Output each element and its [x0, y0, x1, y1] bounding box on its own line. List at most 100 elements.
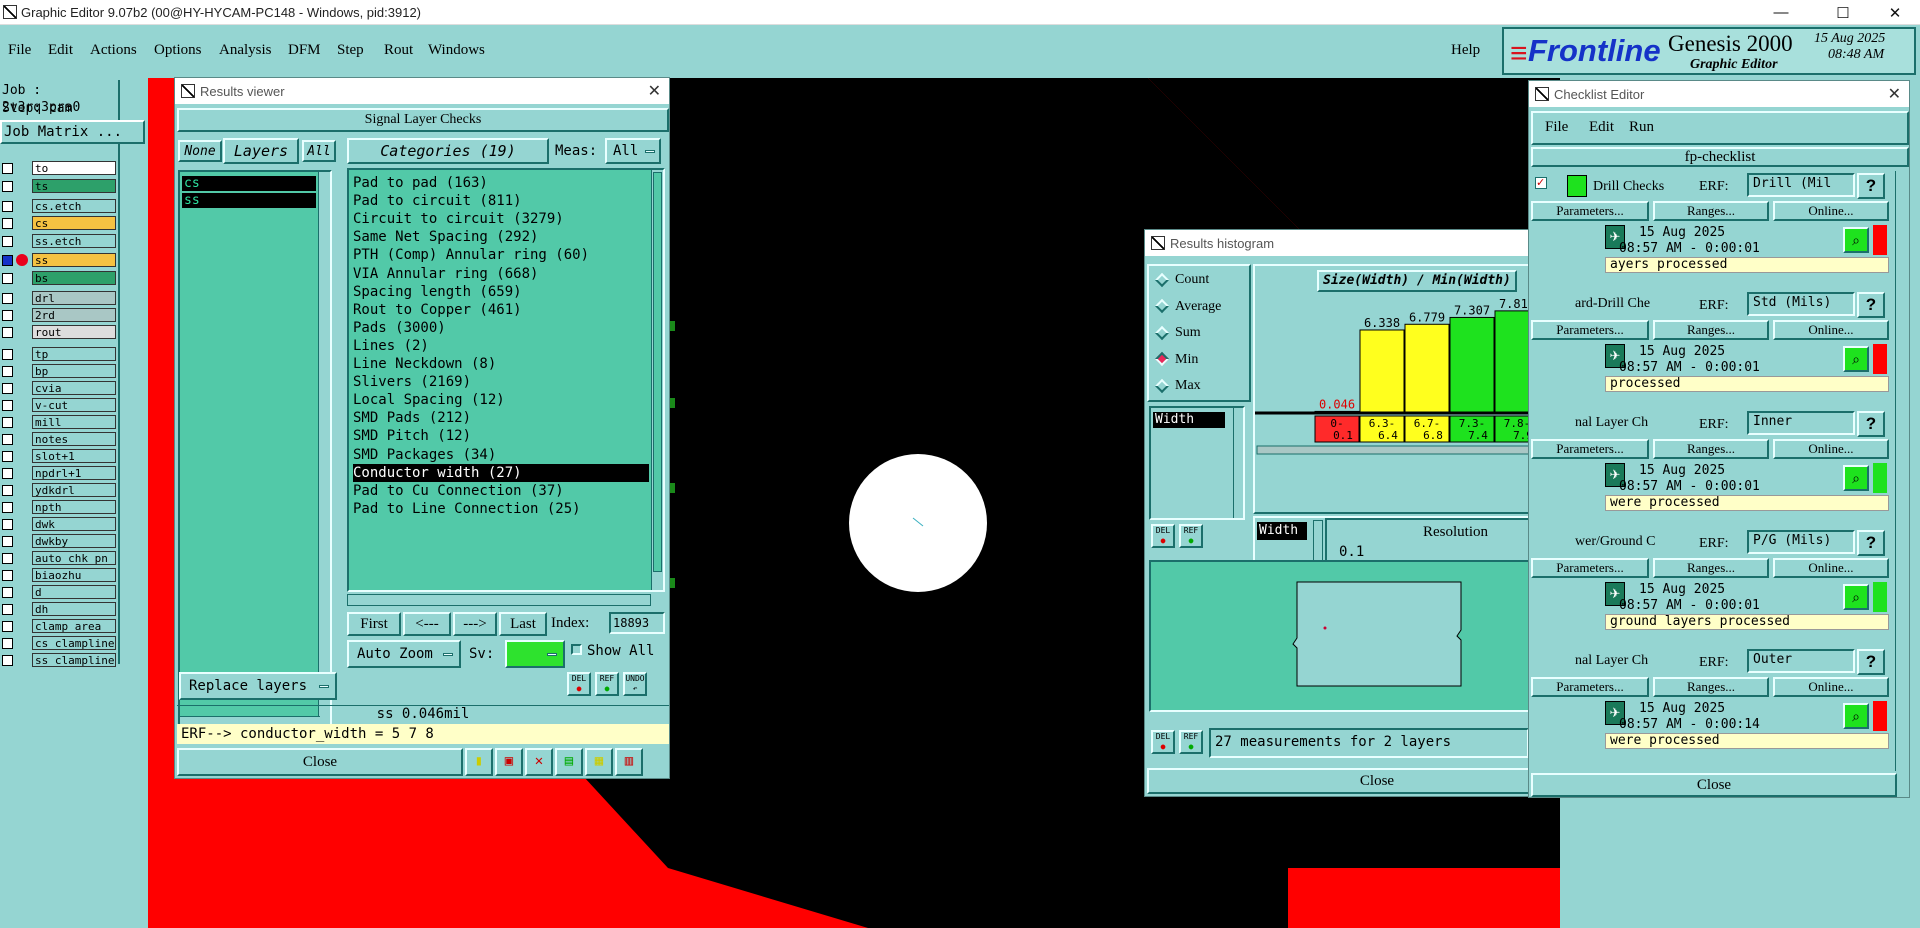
layer-name[interactable]: ss.etch — [32, 234, 116, 248]
last-button[interactable]: Last — [499, 612, 547, 636]
layer-checkbox[interactable] — [2, 519, 13, 530]
hist-ref-icon[interactable]: REF ● — [1179, 524, 1203, 548]
layer-checkbox[interactable] — [2, 349, 13, 360]
category-item[interactable]: Circuit to circuit (3279) — [353, 210, 564, 228]
job-matrix-button[interactable]: Job Matrix ... — [0, 120, 145, 144]
erf-field[interactable]: Outer — [1747, 649, 1855, 673]
report-icon[interactable]: ▤ — [555, 748, 583, 776]
layer-row-to[interactable]: to — [0, 160, 118, 176]
measure-item-width[interactable]: Width — [1153, 412, 1225, 428]
help-button[interactable]: ? — [1857, 292, 1885, 318]
layer-name[interactable]: 2rd — [32, 308, 116, 322]
category-item[interactable]: Pad to Line Connection (25) — [353, 500, 581, 518]
layer-row-ts[interactable]: ts — [0, 178, 118, 194]
category-item[interactable]: SMD Pitch (12) — [353, 427, 471, 445]
del-icon[interactable]: DEL ● — [567, 672, 591, 696]
categories-scrollbar[interactable] — [651, 170, 663, 590]
category-item[interactable]: SMD Pads (212) — [353, 409, 471, 427]
checklist-scrollbar[interactable] — [1895, 171, 1909, 771]
layer-checkbox[interactable] — [2, 273, 13, 284]
minimize-icon[interactable]: — — [1758, 0, 1804, 25]
menu-dfm[interactable]: DFM — [288, 42, 321, 59]
layer-name[interactable]: drl — [32, 291, 116, 305]
layer-checkbox[interactable] — [2, 502, 13, 513]
category-item[interactable]: Spacing length (659) — [353, 283, 522, 301]
category-item[interactable]: PTH (Comp) Annular ring (60) — [353, 246, 589, 264]
erf-field[interactable]: Inner — [1747, 411, 1855, 435]
layer-row-slot+1[interactable]: slot+1 — [0, 448, 118, 464]
layer-checkbox[interactable] — [2, 181, 13, 192]
layer-row-notes[interactable]: notes — [0, 431, 118, 447]
none-button[interactable]: None — [178, 140, 222, 162]
replace-layers-dropdown[interactable]: Replace layers — [179, 672, 337, 700]
layer-name[interactable]: dwk — [32, 517, 116, 531]
layer-checkbox[interactable] — [2, 310, 13, 321]
layer-row-2rd[interactable]: 2rd — [0, 307, 118, 323]
layer-checkbox[interactable] — [2, 236, 13, 247]
online-button[interactable]: Online... — [1773, 677, 1889, 697]
erf-field[interactable]: P/G (Mils) — [1747, 530, 1855, 554]
categories-button[interactable]: Categories (19) — [347, 138, 549, 164]
layers-button[interactable]: Layers — [223, 138, 299, 164]
ranges-button[interactable]: Ranges... — [1653, 320, 1769, 340]
undo-icon[interactable]: UNDO ↶ — [623, 672, 647, 696]
category-item[interactable]: VIA Annular ring (668) — [353, 265, 538, 283]
next-button[interactable]: ---> — [453, 612, 497, 636]
close-icon[interactable]: ✕ — [1888, 84, 1901, 104]
width-button[interactable]: Width — [1257, 522, 1307, 540]
auto-zoom-dropdown[interactable]: Auto Zoom — [347, 640, 461, 668]
checklist-menu-edit[interactable]: Edit — [1589, 119, 1614, 136]
menu-help[interactable]: Help — [1451, 42, 1480, 59]
erf-reject-icon[interactable]: ✕ — [525, 748, 553, 776]
layer-checkbox[interactable] — [2, 417, 13, 428]
checklist-menu-file[interactable]: File — [1545, 119, 1568, 136]
layer-name[interactable]: ss_clampline — [32, 653, 116, 667]
layer-checkbox[interactable] — [2, 327, 13, 338]
zoom-icon[interactable]: ⌕ — [1843, 703, 1869, 729]
layer-name[interactable]: v-cut — [32, 398, 116, 412]
maximize-icon[interactable]: ☐ — [1820, 0, 1866, 25]
layer-row-ydkdrl[interactable]: ydkdrl — [0, 482, 118, 498]
layer-row-v-cut[interactable]: v-cut — [0, 397, 118, 413]
layer-row-auto_chk_pn[interactable]: auto_chk_pn — [0, 550, 118, 566]
layer-name[interactable]: d — [32, 585, 116, 599]
erf-field[interactable]: Std (Mils) — [1747, 292, 1855, 316]
category-item[interactable]: Conductor width (27) — [353, 463, 649, 482]
radio-min[interactable]: Min — [1154, 352, 1198, 368]
parameters-button[interactable]: Parameters... — [1531, 439, 1649, 459]
layer-checkbox[interactable] — [2, 163, 13, 174]
parameters-button[interactable]: Parameters... — [1531, 558, 1649, 578]
category-item[interactable]: Slivers (2169) — [353, 373, 471, 391]
layer-name[interactable]: ss — [32, 253, 116, 267]
layer-checkbox[interactable] — [2, 400, 13, 411]
item-checkbox[interactable]: ✓ — [1535, 177, 1547, 189]
layer-name[interactable]: auto_chk_pn — [32, 551, 116, 565]
erf-field[interactable]: Drill (Mil — [1747, 173, 1855, 197]
menu-actions[interactable]: Actions — [90, 42, 137, 59]
result-layer-cs[interactable]: cs — [182, 176, 316, 191]
layer-name[interactable]: npdrl+1 — [32, 466, 116, 480]
layer-row-cs[interactable]: cs — [0, 215, 118, 231]
layer-listbox[interactable]: cs ss — [178, 170, 332, 730]
layer-name[interactable]: bs — [32, 271, 116, 285]
menu-edit[interactable]: Edit — [48, 42, 73, 59]
layer-row-d[interactable]: d — [0, 584, 118, 600]
layer-row-biaozhu[interactable]: biaozhu — [0, 567, 118, 583]
close-icon[interactable]: ✕ — [648, 81, 661, 101]
radio-average[interactable]: Average — [1154, 299, 1221, 315]
online-button[interactable]: Online... — [1773, 439, 1889, 459]
layer-row-dwk[interactable]: dwk — [0, 516, 118, 532]
index-field[interactable]: 18893 — [609, 612, 665, 634]
all-button[interactable]: All — [302, 140, 336, 162]
notes-icon[interactable]: ▦ — [585, 748, 613, 776]
ref-icon[interactable]: REF ● — [595, 672, 619, 696]
category-item[interactable]: Pad to Cu Connection (37) — [353, 482, 564, 500]
meas-dropdown[interactable]: All — [605, 138, 661, 164]
layer-checkbox[interactable] — [2, 604, 13, 615]
zoom-icon[interactable]: ⌕ — [1843, 346, 1869, 372]
layer-checkbox[interactable] — [2, 655, 13, 666]
category-item[interactable]: Local Spacing (12) — [353, 391, 505, 409]
category-item[interactable]: SMD Packages (34) — [353, 446, 496, 464]
zoom-icon[interactable]: ⌕ — [1843, 584, 1869, 610]
layer-checkbox[interactable] — [2, 366, 13, 377]
